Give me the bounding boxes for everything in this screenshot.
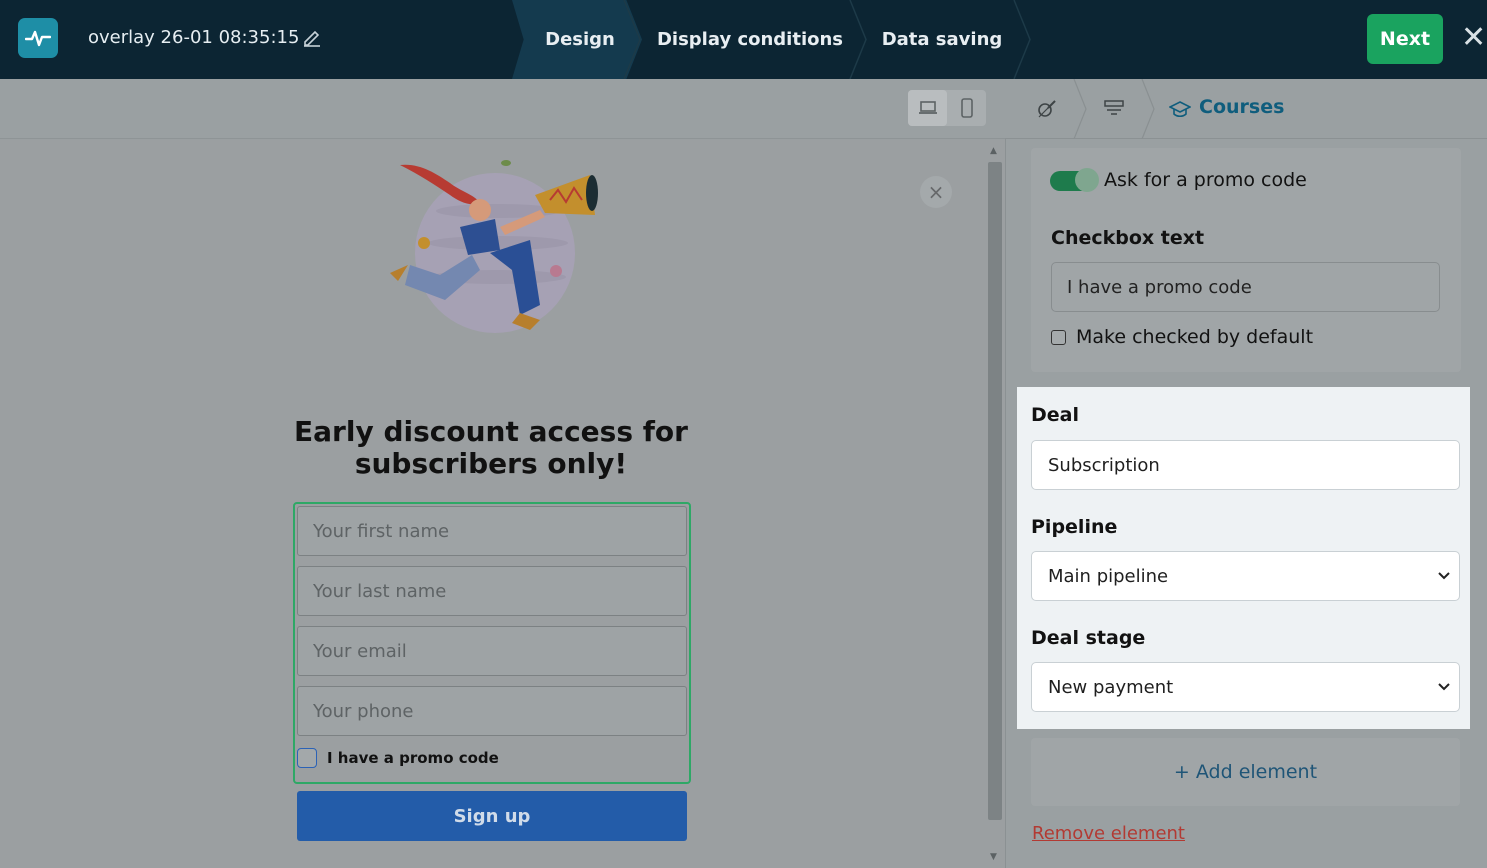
popup-headline[interactable]: Early discount access for subscribers on… — [270, 416, 712, 480]
toggle-knob[interactable] — [1075, 168, 1099, 192]
next-button[interactable]: Next — [1367, 14, 1443, 64]
deal-input[interactable]: Subscription — [1031, 440, 1460, 490]
edit-title-icon[interactable] — [302, 27, 322, 51]
step-design[interactable]: Design — [530, 0, 630, 79]
make-checked-default-label: Make checked by default — [1076, 326, 1314, 348]
style-settings-icon[interactable] — [1035, 97, 1059, 121]
sign-up-button[interactable]: Sign up — [297, 791, 687, 841]
scroll-down-icon[interactable]: ▼ — [990, 852, 997, 862]
phone-field[interactable]: Your phone — [297, 686, 687, 736]
deal-stage-select-value: New payment — [1048, 676, 1174, 698]
breadcrumb-chevron-icon — [1141, 79, 1155, 139]
pipeline-label: Pipeline — [1031, 516, 1118, 538]
canvas-toolbar — [0, 79, 1005, 139]
scroll-thumb[interactable] — [988, 162, 1002, 820]
headline-line-1: Early discount access for — [294, 415, 688, 448]
close-editor-icon[interactable]: ✕ — [1461, 22, 1486, 54]
pipeline-select-value: Main pipeline — [1048, 565, 1169, 587]
headline-line-2: subscribers only! — [354, 447, 628, 480]
first-name-field[interactable]: Your first name — [297, 506, 687, 556]
promo-toggle-label: Ask for a promo code — [1104, 169, 1307, 191]
chevron-down-icon — [1438, 683, 1450, 691]
step-chevron-icon — [849, 0, 867, 79]
graduation-cap-icon — [1168, 97, 1192, 121]
mobile-view-icon[interactable] — [947, 90, 986, 126]
checkbox-text-input[interactable]: I have a promo code — [1051, 262, 1440, 312]
deal-stage-label: Deal stage — [1031, 627, 1146, 649]
desktop-view-icon[interactable] — [908, 90, 947, 126]
page-title: overlay 26-01 08:35:15 — [88, 27, 300, 48]
make-checked-default-checkbox[interactable] — [1051, 330, 1066, 345]
breadcrumb-current[interactable]: Courses — [1199, 96, 1284, 118]
pipeline-select[interactable]: Main pipeline — [1031, 551, 1460, 601]
scroll-up-icon[interactable]: ▲ — [990, 146, 997, 156]
remove-element-link[interactable]: Remove element — [1032, 823, 1185, 844]
step-display-conditions[interactable]: Display conditions — [655, 0, 845, 79]
promo-code-checkbox[interactable] — [297, 748, 317, 768]
form-block-icon[interactable] — [1102, 97, 1126, 121]
app-logo-icon[interactable] — [18, 18, 58, 58]
email-field[interactable]: Your email — [297, 626, 687, 676]
deal-input-value: Subscription — [1048, 454, 1160, 476]
step-chevron-icon — [1013, 0, 1031, 79]
step-data-saving[interactable]: Data saving — [872, 0, 1012, 79]
breadcrumb-chevron-icon — [1073, 79, 1087, 139]
checkbox-text-label: Checkbox text — [1051, 227, 1205, 249]
deal-label: Deal — [1031, 404, 1079, 426]
promo-code-checkbox-label: I have a promo code — [327, 749, 499, 767]
deal-stage-select[interactable]: New payment — [1031, 662, 1460, 712]
add-element-button[interactable]: + Add element — [1031, 738, 1460, 806]
device-view-toggle — [908, 90, 986, 126]
canvas-scrollbar[interactable]: ▲ ▼ — [985, 140, 1005, 868]
chevron-down-icon — [1438, 572, 1450, 580]
megaphone-illustration — [390, 160, 598, 333]
popup-close-button[interactable]: × — [920, 176, 952, 208]
last-name-field[interactable]: Your last name — [297, 566, 687, 616]
